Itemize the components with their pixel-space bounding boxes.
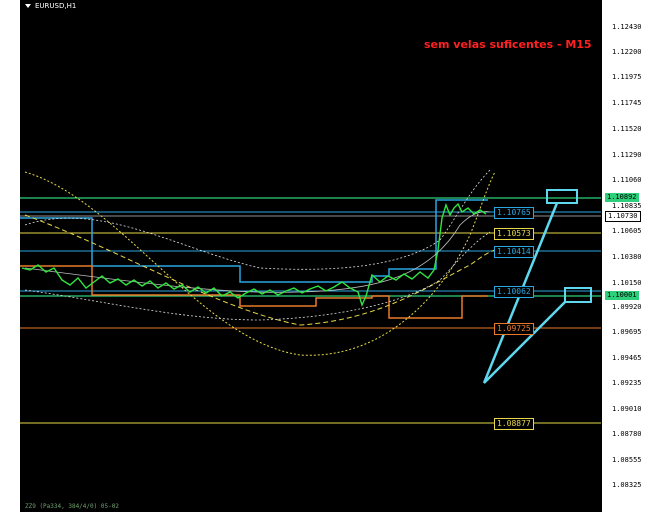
axis-price-current: 1.10730 <box>605 211 641 222</box>
chart-window[interactable]: EURUSD,H1 sem velas suficentes - M15 1.1… <box>0 0 659 516</box>
level-label-blue-1: 1.10765 <box>494 207 534 219</box>
white-envelope-upper <box>24 169 491 270</box>
yellow-envelope-inner <box>24 214 496 326</box>
price-tick: 1.10150 <box>612 279 642 287</box>
chart-title: EURUSD,H1 <box>25 2 76 10</box>
price-tick: 1.11060 <box>612 176 642 184</box>
highlight-box-top <box>546 189 578 204</box>
warning-message: sem velas suficentes - M15 <box>424 38 592 51</box>
price-tick: 1.08325 <box>612 481 642 489</box>
price-tick: 1.09235 <box>612 379 642 387</box>
price-tick: 1.09010 <box>612 405 642 413</box>
price-tick: 1.08555 <box>612 456 642 464</box>
price-axis-border <box>601 0 602 512</box>
price-tick: 1.12200 <box>612 48 642 56</box>
price-tick: 1.09465 <box>612 354 642 362</box>
level-label-yellow-2: 1.08877 <box>494 418 534 430</box>
price-tick: 1.11745 <box>612 99 642 107</box>
price-tick: 1.11290 <box>612 151 642 159</box>
symbol-timeframe: EURUSD,H1 <box>35 2 77 10</box>
chart-drawing <box>20 169 601 424</box>
price-tick: 1.08780 <box>612 430 642 438</box>
axis-price-lowlight: 1.10001 <box>605 291 639 300</box>
indicator-footer: ZZ9 (Pa334, 384/4/0) 05-02 <box>25 503 119 510</box>
highlight-box-bottom <box>564 287 592 303</box>
level-label-blue-2: 1.10414 <box>494 246 534 258</box>
price-tick: 1.12430 <box>612 23 642 31</box>
price-tick: 1.09695 <box>612 328 642 336</box>
level-label-blue-3: 1.10062 <box>494 286 534 298</box>
white-envelope-lower <box>24 231 491 321</box>
arrow-to-bottom-box <box>483 301 566 384</box>
axis-price-highlight: 1.10892 <box>605 193 639 202</box>
price-tick: 1.11975 <box>612 73 642 81</box>
price-tick: 1.10605 <box>612 227 642 235</box>
level-label-orange: 1.09725 <box>494 323 534 335</box>
price-tick: 1.10380 <box>612 253 642 261</box>
price-tick: 1.09920 <box>612 303 642 311</box>
white-bollinger-mid <box>24 211 491 293</box>
price-tick: 1.10835 <box>612 202 642 210</box>
level-label-yellow-1: 1.10573 <box>494 228 534 240</box>
price-tick: 1.11520 <box>612 125 642 133</box>
chevron-down-icon[interactable] <box>25 4 31 8</box>
